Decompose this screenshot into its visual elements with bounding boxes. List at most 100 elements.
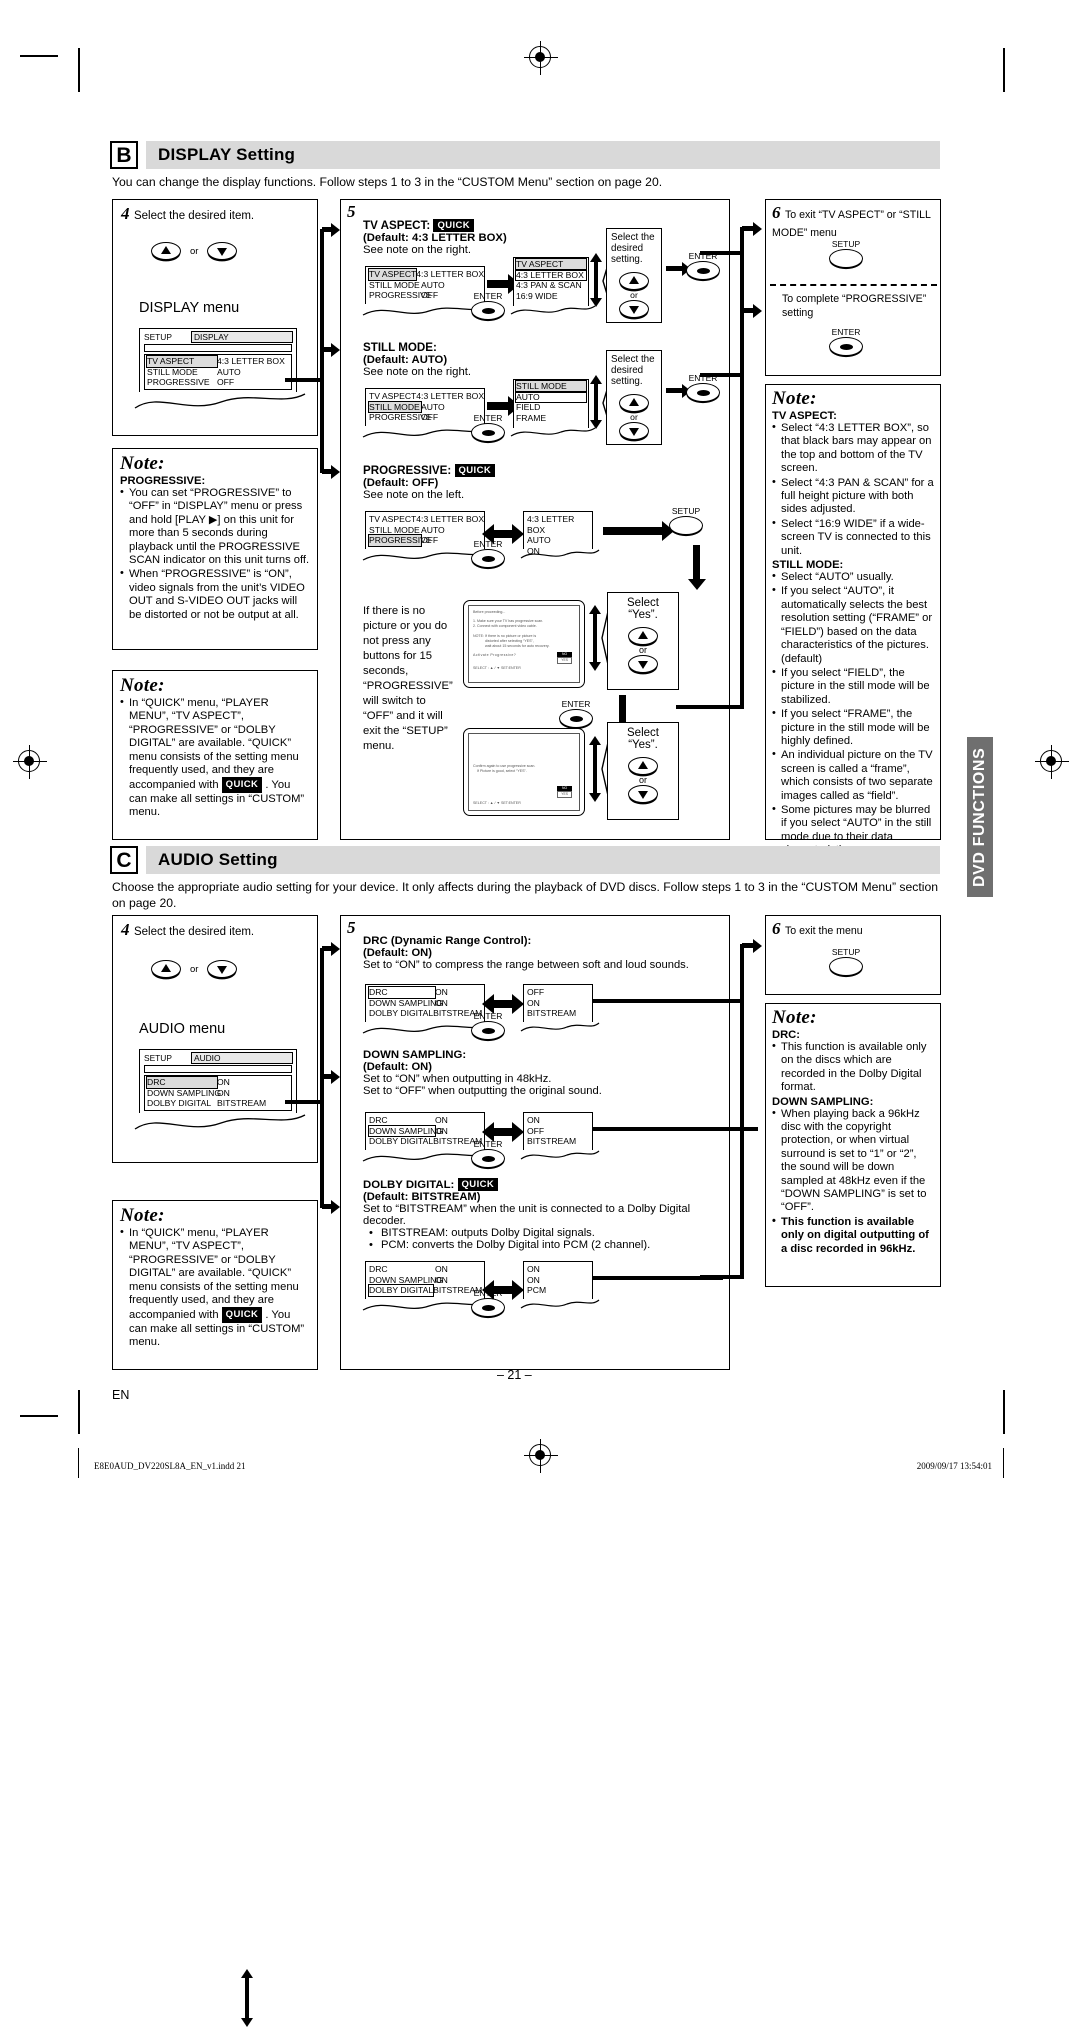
- submenu-option[interactable]: AUTO: [515, 390, 587, 403]
- submenu-option[interactable]: 4:3 LETTER BOX: [515, 268, 587, 281]
- enter-key-drc[interactable]: ENTER: [471, 1012, 505, 1040]
- display-step4-box: 4 Select the desired item. or DISPLAY me…: [112, 199, 318, 589]
- osd-row-value: BITSTREAM: [217, 1098, 267, 1108]
- note-title: Note:: [120, 1205, 165, 1226]
- note-item: Select “AUTO” usually.: [772, 570, 934, 584]
- down-sampling-osd-right: ON OFF BITSTREAM: [523, 1112, 593, 1150]
- setup-key-exit-audio[interactable]: SETUP: [829, 948, 863, 976]
- up-arrow-key[interactable]: [619, 272, 649, 290]
- down-arrow-key[interactable]: [207, 960, 238, 978]
- osd-value: ON: [527, 1115, 540, 1125]
- select-setting-text: Select the desired setting.: [611, 232, 655, 265]
- setup-key[interactable]: SETUP: [669, 507, 703, 535]
- down-arrow-key[interactable]: [619, 300, 649, 318]
- audio-step6-line1: To exit the menu: [784, 925, 863, 937]
- osd-row-value: OFF: [217, 377, 235, 387]
- connector-arrow-a3: [322, 1199, 340, 1214]
- enter-label: ENTER: [473, 413, 503, 423]
- tv-aspect-heading: TV ASPECT:: [363, 219, 431, 232]
- osd-wave: [520, 1299, 600, 1309]
- section-c-title: AUDIO Setting: [146, 846, 940, 874]
- toggle-arrow-down-sampling: [482, 1122, 524, 1142]
- note-item: Select “4:3 LETTER BOX”, so that black b…: [772, 421, 934, 476]
- osd-row-key: TV ASPECT: [367, 268, 418, 281]
- up-arrow-key[interactable]: [151, 242, 181, 260]
- enter-key-complete[interactable]: ENTER: [829, 328, 863, 356]
- down-arrow-key[interactable]: [207, 242, 238, 260]
- section-b-intro: You can change the display functions. Fo…: [112, 175, 663, 189]
- osd-row-key: STILL MODE: [368, 400, 422, 413]
- still-mode-heading: STILL MODE:: [363, 341, 437, 354]
- down-sampling-heading: DOWN SAMPLING:: [363, 1049, 467, 1061]
- audio-note-quick: Note: In “QUICK” menu, “PLAYER MENU”, “T…: [112, 1200, 318, 1370]
- display-menu-label: DISPLAY menu: [139, 300, 240, 316]
- down-arrow-key[interactable]: [619, 422, 649, 440]
- note-item-bold: This function is available only on digit…: [772, 1215, 934, 1256]
- up-arrow-key[interactable]: [628, 627, 658, 645]
- arrow-to-enter: [666, 261, 691, 276]
- osd-row-key: PROGRESSIVE: [147, 377, 210, 387]
- side-tab-label: DVD FUNCTIONS: [971, 747, 988, 887]
- display-step5-number: 5: [347, 202, 356, 221]
- osd-value: BITSTREAM: [527, 1008, 577, 1018]
- screen-yes-option[interactable]: YES: [557, 657, 572, 665]
- connector-arrow-3: [322, 464, 340, 479]
- drc-osd-left: DRC ON DOWN SAMPLING ON DOLBY DIGITAL BITST…: [365, 984, 485, 1022]
- enter-key-down-sampling[interactable]: ENTER: [471, 1140, 505, 1168]
- osd-audio-tab: AUDIO: [191, 1052, 293, 1064]
- tv-aspect-osd-right: TV ASPECT 4:3 LETTER BOX 4:3 PAN & SCAN …: [513, 257, 589, 306]
- submenu-option[interactable]: FRAME: [516, 413, 586, 424]
- arrow-down-to-screen1: [687, 545, 706, 590]
- osd-row-key: PROGRESSIVE: [369, 290, 432, 300]
- osd-value: OFF: [527, 987, 545, 997]
- display-osd-panel: SETUP DISPLAY TV ASPECT 4:3 LETTER BOX ST…: [139, 328, 297, 392]
- screen2-yesno[interactable]: NO YES: [557, 785, 572, 798]
- osd-row-key: DOLBY DIGITAL: [369, 1136, 434, 1146]
- or-label: or: [630, 412, 638, 422]
- note-item: When “PROGRESSIVE” is “ON”, video signal…: [120, 567, 310, 622]
- setup-key-exit[interactable]: SETUP: [829, 240, 863, 268]
- connector-arrow-a2: [322, 1069, 340, 1084]
- enter-key-tv-aspect[interactable]: ENTER: [471, 292, 505, 320]
- note-item: In “QUICK” menu, “PLAYER MENU”, “TV ASPE…: [120, 696, 310, 820]
- up-arrow-key[interactable]: [619, 394, 649, 412]
- select-yes-text: Select “Yes”.: [627, 597, 659, 621]
- toggle-arrow-drc: [482, 994, 524, 1014]
- osd-value: ON: [527, 997, 540, 1008]
- screen1-yesno[interactable]: NO YES: [557, 652, 572, 665]
- note-item: An individual picture on the TV screen i…: [772, 748, 934, 803]
- down-arrow-key[interactable]: [628, 785, 658, 803]
- osd-value: ON: [527, 1274, 540, 1285]
- submenu-option[interactable]: 4:3 PAN & SCAN: [516, 280, 586, 291]
- registration-mark-top: [524, 41, 558, 75]
- osd-row-key: DRC: [368, 986, 436, 999]
- submenu-option[interactable]: 16:9 WIDE: [516, 291, 586, 302]
- osd-row-key: TV ASPECT: [369, 514, 417, 524]
- enter-key-progressive-flow[interactable]: ENTER: [559, 700, 593, 728]
- enter-key-confirm-2[interactable]: ENTER: [686, 374, 720, 402]
- display-note-aspect-still: Note: TV ASPECT: Select “4:3 LETTER BOX”…: [765, 384, 941, 856]
- down-arrow-key[interactable]: [628, 655, 658, 673]
- progressive-osd-right: 4:3 LETTER BOX AUTO ON: [523, 511, 593, 556]
- connector-drc-out: [593, 999, 743, 1003]
- osd-row-value: AUTO: [217, 366, 241, 377]
- enter-key-still-mode[interactable]: ENTER: [471, 414, 505, 442]
- display-step4-number: 4: [121, 204, 130, 223]
- still-mode-note-ref: See note on the right.: [363, 366, 472, 378]
- section-c-header: C AUDIO Setting: [110, 846, 940, 874]
- display-note-progressive: Note: PROGRESSIVE: You can set “PROGRESS…: [112, 448, 318, 650]
- submenu-option[interactable]: FIELD: [516, 402, 586, 413]
- progressive-flow-caption: If there is no picture or you do not pre…: [363, 605, 453, 752]
- quick-badge: QUICK: [457, 1178, 499, 1191]
- up-arrow-key[interactable]: [151, 960, 181, 978]
- arrow-to-setup: [603, 521, 674, 541]
- enter-key-progressive[interactable]: ENTER: [471, 540, 505, 568]
- dolby-digital-osd-left: DRC ON DOWN SAMPLING ON DOLBY DIGITAL BITST…: [365, 1261, 485, 1299]
- dolby-digital-desc: Set to “BITSTREAM” when the unit is conn…: [363, 1203, 691, 1227]
- screen-yes-option[interactable]: YES: [557, 790, 572, 798]
- enter-key-confirm-1[interactable]: ENTER: [686, 252, 720, 280]
- up-arrow-key[interactable]: [628, 757, 658, 775]
- note-item: This function is available only on the d…: [772, 1040, 934, 1095]
- enter-key-dolby-digital[interactable]: ENTER: [471, 1289, 505, 1317]
- arrow-to-enter: [666, 383, 691, 398]
